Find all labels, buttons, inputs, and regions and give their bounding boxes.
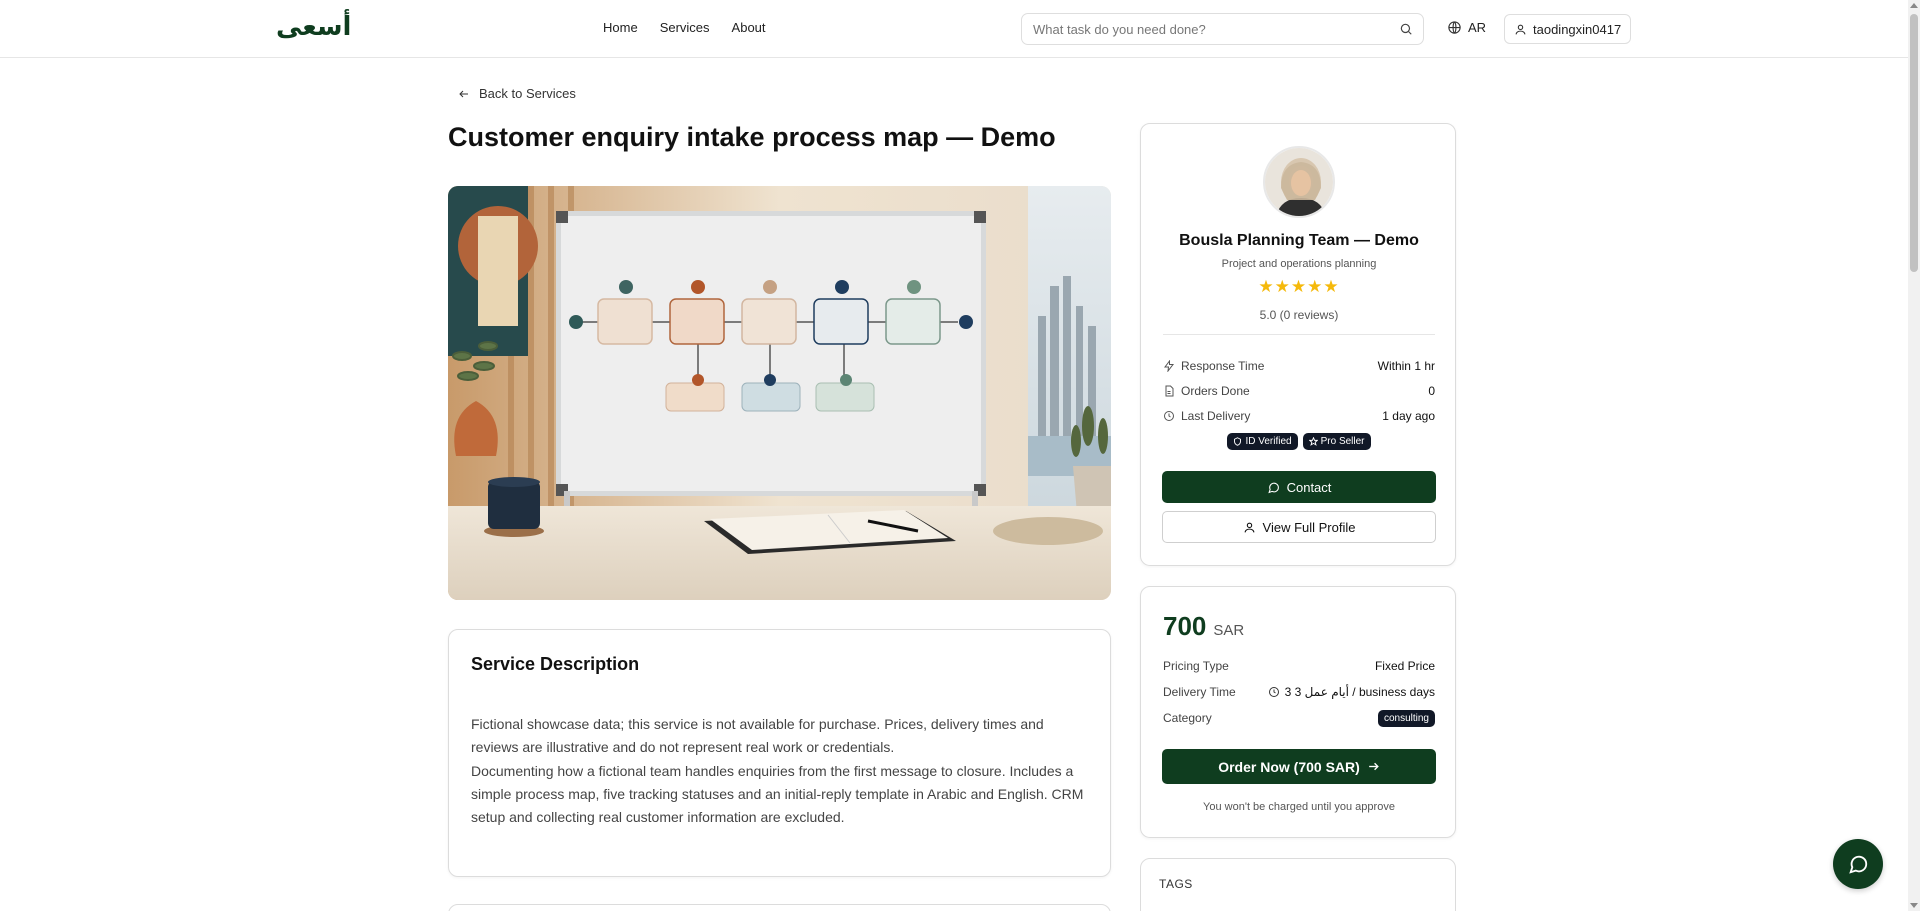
tags-label: TAGS xyxy=(1159,877,1193,891)
stat-value: 1 day ago xyxy=(1382,409,1435,423)
contact-button[interactable]: Contact xyxy=(1162,471,1436,503)
seller-avatar[interactable] xyxy=(1263,146,1335,218)
stat-response-time: Response Time Within 1 hr xyxy=(1163,356,1435,376)
delivery-time-row: Delivery Time 3 3 أيام عمل / business da… xyxy=(1163,682,1435,702)
delivery-time-label: Delivery Time xyxy=(1163,685,1236,699)
price-display: 700 SAR xyxy=(1163,611,1244,642)
search-input[interactable] xyxy=(1033,14,1393,44)
floating-chat-button[interactable] xyxy=(1833,839,1883,889)
category-row: Category consulting xyxy=(1163,708,1435,728)
stat-label: Orders Done xyxy=(1181,384,1250,398)
star-icon xyxy=(1308,437,1318,446)
seller-name[interactable]: Bousla Planning Team — Demo xyxy=(1141,232,1457,250)
seller-card: Bousla Planning Team — Demo Project and … xyxy=(1140,123,1456,566)
stat-value: Within 1 hr xyxy=(1377,359,1435,373)
delivery-time-value: 3 3 أيام عمل / business days xyxy=(1284,685,1435,699)
id-verified-badge: ID Verified xyxy=(1227,433,1298,450)
stat-value: 0 xyxy=(1428,384,1435,398)
arrow-left-icon xyxy=(459,90,468,97)
language-label: AR xyxy=(1468,20,1487,35)
pricing-card: 700 SAR Pricing Type Fixed Price Deliver… xyxy=(1140,586,1456,838)
scroll-down-arrow[interactable] xyxy=(1910,903,1918,908)
next-section-card xyxy=(448,904,1111,911)
arrow-right-icon xyxy=(1368,762,1379,771)
language-switcher[interactable]: AR xyxy=(1447,20,1486,35)
back-to-services-link[interactable]: Back to Services xyxy=(458,86,576,101)
top-header: أسعى Home Services About AR taodingxin04… xyxy=(0,0,1908,58)
view-full-profile-button[interactable]: View Full Profile xyxy=(1162,511,1436,543)
order-now-button[interactable]: Order Now (700 SAR) xyxy=(1162,749,1436,784)
rating-summary: 5.0 (0 reviews) xyxy=(1259,308,1339,322)
back-label: Back to Services xyxy=(479,86,576,101)
price-currency: SAR xyxy=(1213,622,1245,639)
chat-bubble-icon xyxy=(1267,482,1279,493)
search-icon[interactable] xyxy=(1399,22,1413,36)
nav-home[interactable]: Home xyxy=(603,20,638,35)
stat-label: Response Time xyxy=(1181,359,1265,373)
seller-badges: ID Verified Pro Seller xyxy=(1141,433,1457,450)
category-badge[interactable]: consulting xyxy=(1377,709,1435,727)
nav-services[interactable]: Services xyxy=(660,20,710,35)
charge-note: You won't be charged until you approve xyxy=(1203,801,1395,813)
page-title: Customer enquiry intake process map — De… xyxy=(448,122,1056,152)
pro-seller-badge: Pro Seller xyxy=(1302,433,1371,450)
search-box xyxy=(1021,13,1424,45)
clock-icon xyxy=(1268,687,1279,697)
pricing-type-label: Pricing Type xyxy=(1163,659,1229,673)
user-icon xyxy=(1515,24,1526,34)
user-menu-button[interactable]: taodingxin0417 xyxy=(1504,14,1632,44)
clock-icon xyxy=(1164,411,1174,421)
category-label: Category xyxy=(1163,711,1212,725)
nav-about[interactable]: About xyxy=(732,20,766,35)
service-description-card: Service Description Fictional showcase d… xyxy=(448,629,1111,877)
site-logo[interactable]: أسعى xyxy=(276,12,351,42)
seller-subtitle: Project and operations planning xyxy=(1221,258,1377,270)
description-disclaimer: Fictional showcase data; this service is… xyxy=(471,716,1044,755)
scrollbar-thumb[interactable] xyxy=(1910,14,1918,272)
page-scrollbar[interactable] xyxy=(1908,0,1920,911)
document-icon xyxy=(1165,385,1174,397)
username: taodingxin0417 xyxy=(1533,21,1622,37)
stat-label: Last Delivery xyxy=(1181,409,1251,423)
chat-bubble-icon xyxy=(1849,855,1868,874)
pricing-type-row: Pricing Type Fixed Price xyxy=(1163,656,1435,676)
price-amount: 700 xyxy=(1163,611,1207,641)
tags-card: TAGS xyxy=(1140,858,1456,911)
description-heading: Service Description xyxy=(471,654,640,674)
stat-last-delivery: Last Delivery 1 day ago xyxy=(1163,406,1435,426)
star-rating: ★★★★★ xyxy=(1258,277,1340,296)
globe-icon xyxy=(1448,21,1461,34)
user-icon xyxy=(1244,522,1254,532)
scroll-up-arrow[interactable] xyxy=(1910,3,1918,8)
bolt-icon xyxy=(1164,360,1175,372)
shield-icon xyxy=(1234,437,1242,446)
main-nav: Home Services About xyxy=(603,20,766,35)
description-body: Documenting how a fictional team handles… xyxy=(471,763,1084,825)
pricing-type-value: Fixed Price xyxy=(1374,659,1435,673)
stat-orders-done: Orders Done 0 xyxy=(1163,381,1435,401)
service-image xyxy=(448,186,1111,600)
divider xyxy=(1163,334,1435,335)
